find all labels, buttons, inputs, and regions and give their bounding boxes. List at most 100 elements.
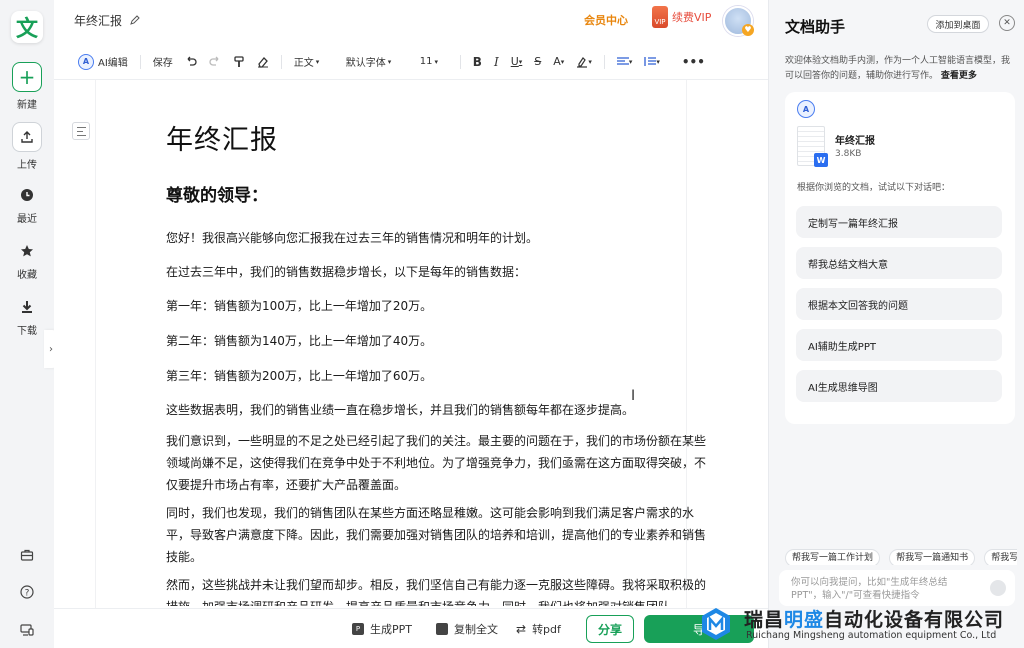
outline-toggle-icon[interactable] <box>72 122 90 140</box>
ai-logo-icon: A <box>78 53 94 70</box>
convert-pdf-label: 转pdf <box>532 623 561 636</box>
vip-badge-icon: VIP <box>652 6 668 28</box>
member-center-link[interactable]: 会员中心 <box>584 12 628 28</box>
underline-icon[interactable]: U ▾ <box>505 50 529 74</box>
caret-down-icon: ▾ <box>434 57 439 66</box>
file-name: 年终汇报 <box>835 136 875 147</box>
ai-edit-button[interactable]: A AI编辑 <box>72 50 134 74</box>
quick-prompt-chip[interactable]: 帮我写一篇工作计划 <box>785 549 881 565</box>
paragraph: 您好！我很高兴能够向您汇报我在过去三年的销售情况和明年的计划。 <box>166 231 539 245</box>
font-family-select[interactable]: 默认字体 ▾ <box>340 50 410 74</box>
generate-ppt-label: 生成PPT <box>370 623 412 636</box>
document-editor: 年终汇报 会员中心 VIP 续费VIP ♥ A AI编辑 保存 正文 ▾ 默认字… <box>54 0 768 648</box>
renew-vip-button[interactable]: VIP 续费VIP <box>652 6 711 28</box>
chevron-right-icon: › <box>49 343 53 355</box>
document-page[interactable]: 年终汇报 尊敬的领导： <box>166 118 706 206</box>
toolbar-divider <box>139 54 141 69</box>
editor-toolbar: A AI编辑 保存 正文 ▾ 默认字体 ▾ 11 ▾ B I U ▾ S A ▾… <box>54 44 768 80</box>
assistant-input[interactable]: 你可以向我提问，比如"生成年终总结PPT"，输入"/"可查看快捷指令 <box>779 570 1015 606</box>
company-name-cn-pre: 瑞昌 <box>744 609 785 631</box>
align-icon[interactable]: ▾ <box>611 50 639 74</box>
suggestion-item[interactable]: 定制写一篇年终汇报 <box>796 206 1002 238</box>
company-name-cn-accent: 明盛 <box>784 609 825 631</box>
bold-icon[interactable]: B <box>467 50 488 74</box>
text-cursor-icon: I <box>631 388 636 404</box>
more-options-icon[interactable]: ••• <box>676 50 711 74</box>
suggestion-item[interactable]: 根据本文回答我的问题 <box>796 288 1002 320</box>
font-size-select[interactable]: 11 ▾ <box>414 50 454 74</box>
strikethrough-icon[interactable]: S <box>528 50 547 74</box>
device-icon[interactable] <box>17 620 37 640</box>
ai-logo-icon: A <box>797 100 815 118</box>
paragraph: 同时，我们也发现，我们的销售团队在某些方面还略显稚嫩。这可能会影响到我们满足客户… <box>166 506 707 564</box>
assistant-card: A W 年终汇报 3.8KB 根据你浏览的文档，试试以下对话吧： 定制写一篇年终… <box>785 92 1015 424</box>
toolbox-icon[interactable] <box>17 545 37 565</box>
caret-down-icon: ▾ <box>387 57 392 66</box>
word-badge: W <box>814 153 828 167</box>
paragraph: 第一年：销售额为100万，比上一年增加了20万。 <box>166 299 433 313</box>
panel-title: 文档助手 <box>785 18 846 36</box>
generate-ppt-button[interactable]: P 生成PPT <box>352 621 412 637</box>
copy-all-label: 复制全文 <box>454 623 498 636</box>
doc-assistant-panel: 文档助手 添加到桌面 ✕ 欢迎体验文档助手内测，作为一个人工智能语言模型，我可以… <box>768 0 1024 648</box>
upload-icon <box>12 122 42 152</box>
redo-icon[interactable] <box>203 50 227 74</box>
highlight-color-icon[interactable]: ▾ <box>570 50 598 74</box>
company-name-cn-post: 自动化设备有限公司 <box>824 609 1005 631</box>
font-color-icon[interactable]: A ▾ <box>547 50 570 74</box>
ai-edit-label: AI编辑 <box>98 58 128 69</box>
see-more-link[interactable]: 查看更多 <box>941 71 977 81</box>
rail-new-label: 新建 <box>17 100 37 111</box>
star-icon <box>12 240 42 262</box>
app-logo[interactable]: 文 <box>11 11 43 43</box>
paragraph: 第二年：销售额为140万，比上一年增加了40万。 <box>166 334 433 348</box>
rail-new-button[interactable]: + 新建 <box>0 62 54 111</box>
quick-prompt-chip[interactable]: 帮我写一篇通知书 <box>889 549 976 565</box>
company-name-en: Ruichang Mingsheng automation equipment … <box>746 630 997 641</box>
italic-icon[interactable]: I <box>488 50 505 74</box>
svg-text:?: ? <box>25 589 30 599</box>
suggestion-hint: 根据你浏览的文档，试试以下对话吧： <box>797 183 951 193</box>
doc-title-bar: 年终汇报 <box>74 12 140 29</box>
rail-upload-button[interactable]: 上传 <box>0 122 54 171</box>
copy-all-button[interactable]: 复制全文 <box>436 621 498 637</box>
quick-prompt-chip[interactable]: 帮我写一 <box>984 549 1017 565</box>
user-avatar[interactable]: ♥ <box>723 6 754 36</box>
vip-heart-icon: ♥ <box>742 24 754 36</box>
page-margin-line <box>95 80 96 620</box>
document-greeting: 尊敬的领导： <box>166 186 268 206</box>
welcome-text: 欢迎体验文档助手内测，作为一个人工智能语言模型，我可以回答你的问题，辅助你进行写… <box>785 54 1015 84</box>
add-to-desktop-button[interactable]: 添加到桌面 <box>927 15 989 33</box>
convert-pdf-button[interactable]: ⇄ 转pdf <box>516 621 561 637</box>
toolbar-divider <box>603 54 605 69</box>
line-spacing-icon[interactable]: ▾ <box>638 50 666 74</box>
clock-icon <box>12 184 42 206</box>
close-icon[interactable]: ✕ <box>999 15 1015 31</box>
clear-format-icon[interactable] <box>251 50 275 74</box>
rail-recent-label: 最近 <box>17 214 37 225</box>
suggestion-item[interactable]: AI生成思维导图 <box>796 370 1002 402</box>
save-button[interactable]: 保存 <box>147 50 179 74</box>
doc-title[interactable]: 年终汇报 <box>74 12 122 29</box>
suggestion-item[interactable]: 帮我总结文档大意 <box>796 247 1002 279</box>
copy-icon <box>436 623 448 635</box>
rail-download-label: 下载 <box>17 326 37 337</box>
format-painter-icon[interactable] <box>227 50 251 74</box>
help-icon[interactable]: ? <box>17 582 37 602</box>
rail-recent-button[interactable]: 最近 <box>0 184 54 225</box>
word-file-icon[interactable]: W <box>797 126 828 167</box>
caret-down-icon: ▾ <box>315 57 320 66</box>
paragraph: 我们意识到，一些明显的不足之处已经引起了我们的关注。最主要的问题在于，我们的市场… <box>166 434 707 492</box>
left-rail: 文 + 新建 上传 最近 收藏 下载 ? <box>0 0 54 648</box>
bottom-action-bar: P 生成PPT 复制全文 ⇄ 转pdf 分享 导 <box>54 608 768 648</box>
suggestion-item[interactable]: AI辅助生成PPT <box>796 329 1002 361</box>
toolbar-divider <box>459 54 461 69</box>
share-button[interactable]: 分享 <box>586 615 634 643</box>
paragraph-style-select[interactable]: 正文 ▾ <box>288 50 340 74</box>
undo-icon[interactable] <box>179 50 203 74</box>
convert-arrows-icon: ⇄ <box>516 622 527 636</box>
edit-pencil-icon[interactable] <box>130 14 140 28</box>
rail-favorites-button[interactable]: 收藏 <box>0 240 54 281</box>
paragraph: 在过去三年中，我们的销售数据稳步增长，以下是每年的销售数据： <box>166 265 527 279</box>
send-icon[interactable] <box>990 580 1006 596</box>
